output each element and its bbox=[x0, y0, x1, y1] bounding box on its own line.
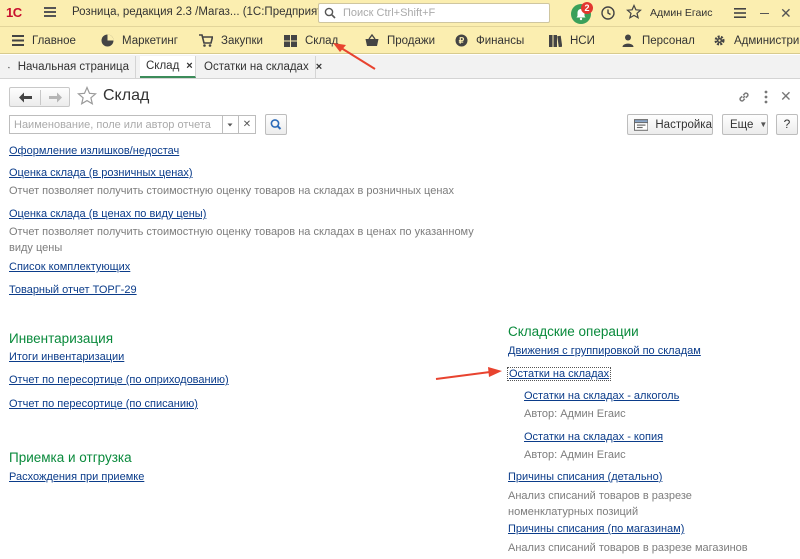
tab-home[interactable]: Начальная страница bbox=[0, 56, 136, 78]
section-label: Администри bbox=[734, 34, 800, 47]
section-purchases[interactable]: Закупки bbox=[199, 27, 263, 54]
section-label: Продажи bbox=[387, 34, 436, 47]
report-link-regrading-posting[interactable]: Отчет по пересортице (по оприходованию) bbox=[9, 374, 229, 386]
books-icon bbox=[549, 35, 562, 47]
search-icon bbox=[270, 119, 282, 130]
report-link-surplus[interactable]: Оформление излишков/недостач bbox=[9, 145, 179, 157]
report-link-stock-alcohol[interactable]: Остатки на складах - алкоголь bbox=[524, 390, 679, 402]
settings-button-label: Настройка bbox=[655, 118, 712, 131]
chevron-down-icon: ▼ bbox=[759, 120, 768, 129]
section-marketing[interactable]: Маркетинг bbox=[101, 27, 178, 54]
more-button[interactable]: Еще ▼ bbox=[722, 114, 768, 135]
help-button[interactable]: ? bbox=[776, 114, 798, 135]
annotation-arrow bbox=[333, 43, 376, 70]
minimize-icon[interactable] bbox=[760, 13, 769, 14]
section-label: Финансы bbox=[476, 34, 525, 47]
group-title-inventory: Инвентаризация bbox=[9, 331, 114, 346]
tab-label: Начальная страница bbox=[17, 61, 129, 73]
notifications-badge: 2 bbox=[581, 2, 593, 14]
section-label: НСИ bbox=[570, 34, 595, 47]
notifications-icon[interactable]: 2 bbox=[571, 2, 593, 24]
more-button-label: Еще bbox=[730, 118, 754, 131]
filter-dropdown-button[interactable] bbox=[223, 115, 239, 134]
cart-icon bbox=[199, 34, 213, 47]
title-bar: 1С Розница, редакция 2.3 /Магаз... (1С:П… bbox=[0, 0, 800, 27]
report-link-stock-copy[interactable]: Остатки на складах - копия bbox=[524, 431, 663, 443]
tab-warehouse[interactable]: Склад × bbox=[140, 56, 196, 78]
report-link-writeoff-by-store[interactable]: Причины списания (по магазинам) bbox=[508, 523, 684, 535]
section-label: Персонал bbox=[642, 34, 695, 47]
report-description: Отчет позволяет получить стоимостную оце… bbox=[9, 185, 455, 197]
link-icon[interactable] bbox=[737, 90, 751, 104]
group-title-warehouse-ops: Складские операции bbox=[508, 324, 639, 339]
section-admin[interactable]: Администри bbox=[713, 27, 799, 54]
warehouse-icon bbox=[284, 34, 297, 47]
annotation-arrow bbox=[435, 367, 502, 380]
report-filter-field bbox=[9, 115, 223, 134]
report-link-price-type-valuation[interactable]: Оценка склада (в ценах по виду цены) bbox=[9, 208, 206, 220]
tab-label: Остатки на складах bbox=[204, 61, 309, 73]
section-label: Главное bbox=[32, 34, 76, 47]
report-filter-input[interactable] bbox=[10, 116, 216, 133]
more-actions-icon[interactable] bbox=[764, 90, 768, 104]
history-nav bbox=[9, 87, 70, 107]
back-arrow-icon[interactable] bbox=[19, 92, 32, 103]
tab-label: Склад bbox=[146, 60, 180, 72]
section-label: Маркетинг bbox=[122, 34, 178, 47]
favorites-star-icon[interactable] bbox=[626, 4, 642, 20]
report-link-inventory-totals[interactable]: Итоги инвентаризации bbox=[9, 351, 124, 363]
window-title: Розница, редакция 2.3 /Магаз... (1С:Пред… bbox=[72, 6, 340, 18]
report-author: Автор: Админ Егаис bbox=[524, 449, 626, 461]
global-search-placeholder: Поиск Ctrl+Shift+F bbox=[343, 7, 436, 19]
section-finance[interactable]: ₽ Финансы bbox=[455, 27, 524, 54]
hamburger-icon bbox=[12, 35, 24, 46]
report-author: Автор: Админ Егаис bbox=[524, 408, 626, 420]
group-title-receipt: Приемка и отгрузка bbox=[9, 450, 132, 465]
close-form-icon[interactable]: ✕ bbox=[780, 88, 792, 105]
sections-panel: Главное Маркетинг Закупки Склад Продажи … bbox=[0, 27, 800, 54]
main-menu-icon[interactable] bbox=[44, 7, 56, 17]
report-link-retail-valuation[interactable]: Оценка склада (в розничных ценах) bbox=[9, 167, 193, 179]
gear-icon bbox=[714, 35, 725, 46]
search-icon bbox=[324, 7, 336, 19]
filter-clear-button[interactable]: ✕ bbox=[239, 115, 256, 134]
section-staff[interactable]: Персонал bbox=[622, 27, 695, 54]
marketing-icon bbox=[101, 34, 114, 47]
find-button[interactable] bbox=[265, 114, 287, 135]
report-link-writeoff-detailed[interactable]: Причины списания (детально) bbox=[508, 471, 662, 483]
finance-icon: ₽ bbox=[455, 34, 468, 47]
settings-button[interactable]: Настройка bbox=[627, 114, 713, 135]
tab-stock-report[interactable]: Остатки на складах × bbox=[198, 56, 322, 78]
report-link-receipt-discrepancies[interactable]: Расхождения при приемке bbox=[9, 471, 144, 483]
report-description: Отчет позволяет получить стоимостную оце… bbox=[9, 226, 474, 254]
history-icon[interactable] bbox=[600, 5, 616, 21]
report-link-torg29[interactable]: Товарный отчет ТОРГ-29 bbox=[9, 284, 137, 296]
section-label: Закупки bbox=[221, 34, 263, 47]
report-link-movements[interactable]: Движения с группировкой по складам bbox=[508, 345, 701, 357]
report-link-regrading-writeoff[interactable]: Отчет по пересортице (по списанию) bbox=[9, 398, 198, 410]
report-description: Анализ списаний товаров в разрезе номенк… bbox=[508, 490, 692, 518]
section-main[interactable]: Главное bbox=[12, 27, 76, 54]
person-icon bbox=[622, 34, 634, 47]
tab-close-icon[interactable]: × bbox=[316, 61, 322, 73]
report-link-components[interactable]: Список комплектующих bbox=[9, 261, 130, 273]
global-search-input[interactable]: Поиск Ctrl+Shift+F bbox=[318, 3, 550, 23]
report-link-stock-balance[interactable]: Остатки на складах bbox=[507, 367, 612, 381]
report-description: Анализ списаний товаров в разрезе магази… bbox=[508, 542, 748, 554]
close-window-icon[interactable]: ✕ bbox=[780, 6, 792, 20]
hamburger-icon[interactable] bbox=[733, 6, 747, 20]
section-nsi[interactable]: НСИ bbox=[549, 27, 595, 54]
svg-text:₽: ₽ bbox=[459, 36, 465, 46]
home-icon bbox=[8, 66, 10, 68]
tab-close-icon[interactable]: × bbox=[186, 60, 192, 72]
open-tabs-bar: Начальная страница Склад × Остатки на ск… bbox=[0, 55, 800, 79]
chevron-down-icon bbox=[227, 123, 233, 127]
forward-arrow-icon[interactable] bbox=[49, 92, 62, 103]
add-to-favorites-star-icon[interactable] bbox=[77, 86, 97, 106]
app-logo: 1С bbox=[6, 5, 22, 20]
current-user[interactable]: Админ Егаис bbox=[650, 7, 713, 19]
settings-window-icon bbox=[634, 118, 649, 131]
page-title: Склад bbox=[103, 87, 150, 104]
